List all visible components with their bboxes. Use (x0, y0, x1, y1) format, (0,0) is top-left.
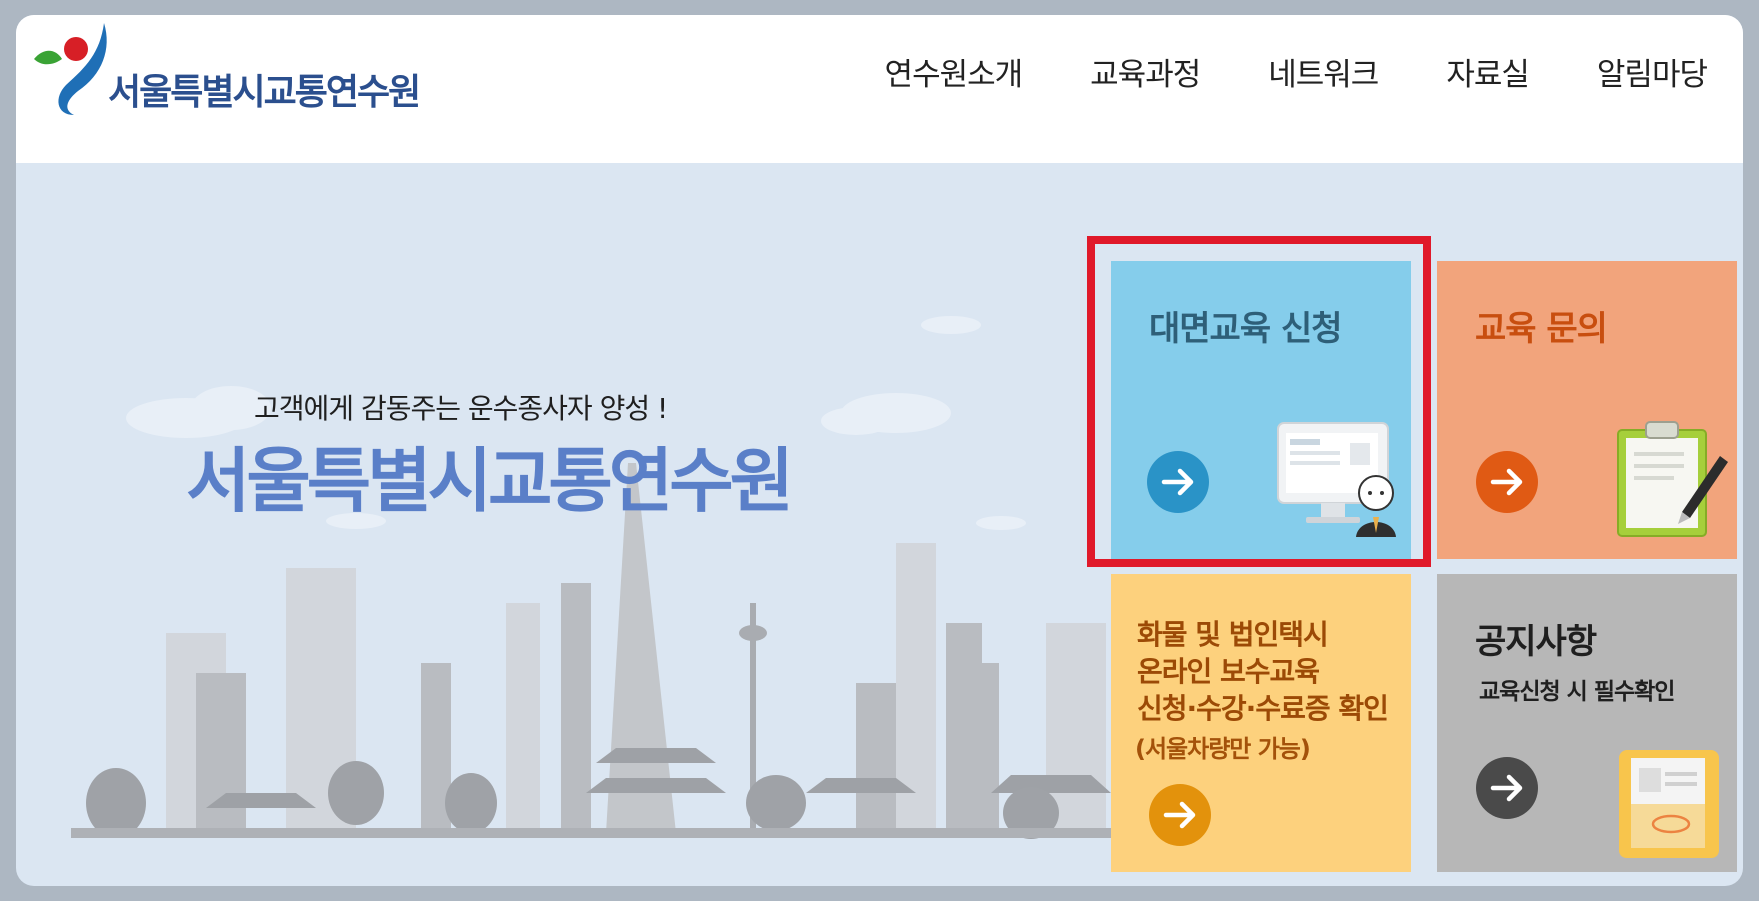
arrow-right-icon (1163, 801, 1196, 829)
site-logo-text: 서울특별시교통연수원 (108, 72, 421, 113)
online-education-line-3: 신청·수강·수료증 확인 (1137, 692, 1389, 725)
hero-title: 서울특별시교통연수원 (186, 440, 794, 522)
notice-title: 공지사항 (1475, 622, 1597, 662)
hero-tagline: 고객에게 감동주는 운수종사자 양성 ! (254, 392, 668, 425)
page-frame: 서울특별시교통연수원 연수원소개 교육과정 네트워크 자료실 알림마당 고객에게… (16, 15, 1743, 886)
site-header: 서울특별시교통연수원 연수원소개 교육과정 네트워크 자료실 알림마당 (16, 15, 1743, 163)
offline-education-apply-title: 대면교육 신청 (1149, 309, 1343, 349)
folder-document-icon (1619, 750, 1719, 858)
nav-item-resources[interactable]: 자료실 (1446, 49, 1530, 94)
arrow-right-icon (1161, 468, 1194, 496)
clipboard-pen-icon (1617, 421, 1728, 537)
arrow-right-icon (1490, 468, 1523, 496)
main-nav: 연수원소개 교육과정 네트워크 자료실 알림마당 (885, 49, 1708, 94)
offline-apply-arrow-button[interactable] (1147, 451, 1209, 513)
hero-section: 고객에게 감동주는 운수종사자 양성 ! 서울특별시교통연수원 대면교육 신청 (16, 163, 1743, 886)
online-education-tile[interactable]: 화물 및 법인택시 온라인 보수교육 신청·수강·수료증 확인 (서울차량만 가… (1111, 574, 1411, 872)
computer-user-icon (1277, 422, 1396, 537)
education-inquiry-title: 교육 문의 (1475, 309, 1608, 349)
online-education-line-1: 화물 및 법인택시 (1137, 618, 1329, 651)
online-education-line-2: 온라인 보수교육 (1137, 655, 1320, 688)
education-inquiry-tile[interactable]: 교육 문의 (1437, 261, 1737, 559)
online-education-arrow-button[interactable] (1149, 784, 1211, 846)
inquiry-arrow-button[interactable] (1476, 451, 1538, 513)
nav-item-courses[interactable]: 교육과정 (1090, 49, 1201, 94)
online-education-text: 화물 및 법인택시 온라인 보수교육 신청·수강·수료증 확인 (1137, 616, 1389, 727)
notice-arrow-button[interactable] (1476, 757, 1538, 819)
offline-education-apply-tile[interactable]: 대면교육 신청 (1111, 261, 1411, 559)
nav-item-about[interactable]: 연수원소개 (885, 49, 1024, 94)
notice-subtitle: 교육신청 시 필수확인 (1479, 679, 1675, 705)
nav-item-network[interactable]: 네트워크 (1268, 49, 1379, 94)
arrow-right-icon (1490, 774, 1523, 802)
site-logo[interactable]: 서울특별시교통연수원 (16, 19, 436, 129)
notice-tile[interactable]: 공지사항 교육신청 시 필수확인 (1437, 574, 1737, 872)
nav-item-notices[interactable]: 알림마당 (1597, 49, 1708, 94)
online-education-note: (서울차량만 가능) (1135, 735, 1311, 763)
